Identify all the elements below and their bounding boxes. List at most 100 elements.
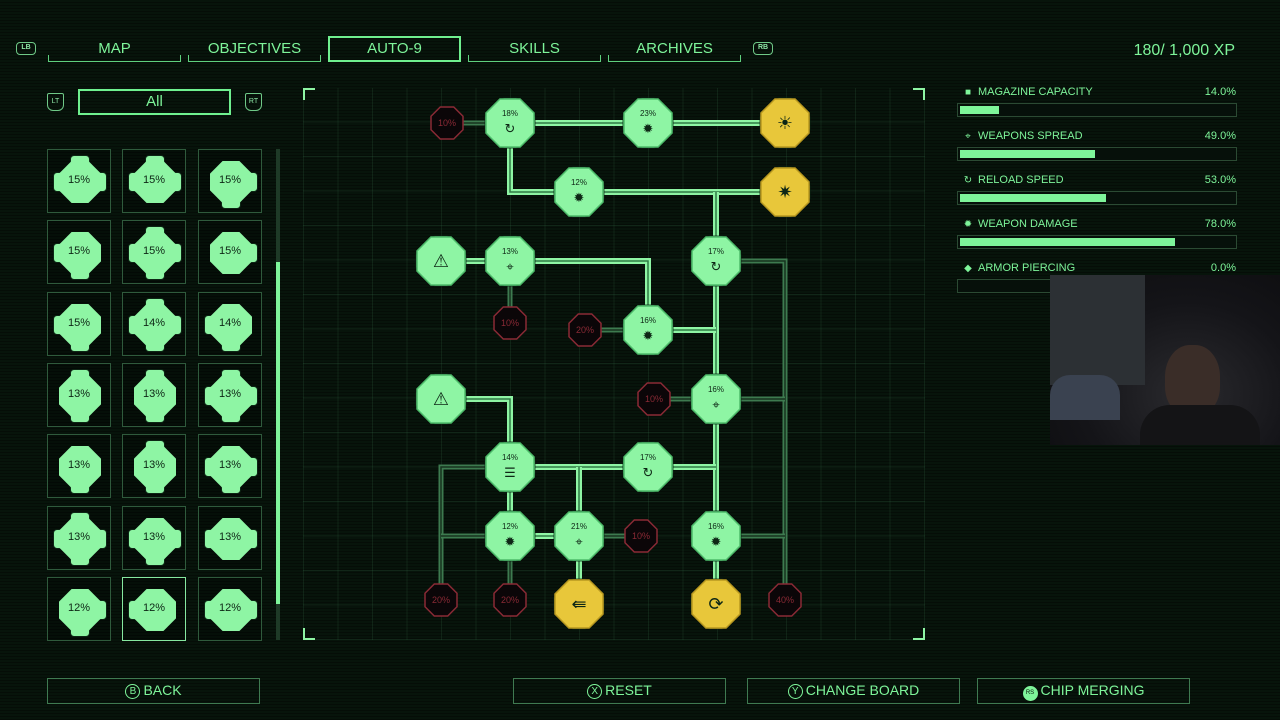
board-node-locked[interactable]: 40% [768,583,802,617]
change-board-button[interactable]: Y CHANGE BOARD [747,678,960,704]
reset-button[interactable]: X RESET [513,678,726,704]
chip-slot[interactable]: 13% [198,506,262,570]
board-connection [441,258,651,330]
crosshair-icon: ⌖ [506,260,514,275]
board-node-filled[interactable]: 18% ↻ [484,97,536,149]
chip-value: 13% [218,531,242,543]
damage-icon: ✹ [574,191,585,206]
board-node-special[interactable]: ⇚ [553,578,605,630]
chip-slot[interactable]: 12% [198,577,262,641]
left-trigger-icon[interactable]: LT [47,93,64,111]
back-button[interactable]: B BACK [47,678,260,704]
board-node-filled[interactable]: 16% ✹ [622,304,674,356]
stat-name: WEAPONS SPREAD [978,130,1083,142]
chip-slot[interactable]: 15% [198,149,262,213]
chip-slot[interactable]: 15% [198,220,262,284]
chip-slot[interactable]: 15% [47,149,111,213]
spread-shot-icon: ⇚ [571,594,586,615]
board-node-filled[interactable]: 14% ☰ [484,441,536,493]
board-node-power[interactable]: ⚠ [415,373,467,425]
chip-slot[interactable]: 13% [47,434,111,498]
board-node-filled[interactable]: 12% ✹ [553,166,605,218]
board-node-special[interactable]: ☀ [759,97,811,149]
node-value: 17% [640,453,656,462]
magazine-icon: ■ [964,87,972,98]
node-value: 10% [645,394,663,404]
tab-auto-9[interactable]: AUTO-9 [328,36,461,62]
board-node-special[interactable]: ⟳ [690,578,742,630]
stat-bar [957,147,1237,161]
node-value: 16% [640,316,656,325]
chip-slot[interactable]: 15% [122,220,186,284]
tab-skills[interactable]: SKILLS [468,36,601,62]
chip-slot[interactable]: 12% [47,577,111,641]
board-node-filled[interactable]: 21% ⌖ [553,510,605,562]
tab-archives[interactable]: ARCHIVES [608,36,741,62]
chip-slot[interactable]: 13% [47,506,111,570]
board-node-locked[interactable]: 10% [637,382,671,416]
stat-name: ARMOR PIERCING [978,262,1076,274]
chip-slot[interactable]: 12% [122,577,186,641]
board-node-filled[interactable]: 13% ⌖ [484,235,536,287]
node-value: 12% [502,522,518,531]
chip-slot[interactable]: 13% [122,434,186,498]
board-node-filled[interactable]: 16% ✹ [690,510,742,562]
board-node-locked[interactable]: 10% [493,306,527,340]
chip-scrollbar-thumb[interactable] [276,262,280,604]
chip-value: 12% [67,602,91,614]
board-node-filled[interactable]: 16% ⌖ [690,373,742,425]
webcam-chair [1050,375,1120,420]
chip-slot[interactable]: 15% [47,292,111,356]
left-bumper-icon[interactable]: LB [16,42,36,55]
damage-icon: ✹ [643,122,654,137]
right-bumper-icon[interactable]: RB [753,42,773,55]
chip-slot[interactable]: 13% [198,363,262,427]
board-node-locked[interactable]: 20% [424,583,458,617]
board-node-filled[interactable]: 17% ↻ [622,441,674,493]
chip-slot[interactable]: 13% [122,506,186,570]
right-trigger-icon[interactable]: RT [245,93,262,111]
chip-slot[interactable]: 13% [47,363,111,427]
chip-value: 13% [142,388,166,400]
board-node-filled[interactable]: 23% ✹ [622,97,674,149]
stat-value: 14.0% [1204,86,1236,98]
chip-value: 13% [67,531,91,543]
stat-bar [957,103,1237,117]
stat-bar-fill [960,150,1096,158]
chip-slot[interactable]: 14% [122,292,186,356]
stat-value: 53.0% [1204,174,1236,186]
chip-value: 12% [142,602,166,614]
board-node-filled[interactable]: 17% ↻ [690,235,742,287]
webcam-wall [1050,275,1145,385]
armor-icon: ◆ [964,263,972,274]
board-node-filled[interactable]: 12% ✹ [484,510,536,562]
crosshair-icon: ⌖ [712,398,720,413]
chip-slot[interactable]: 13% [122,363,186,427]
board-graph: 10% 18% ↻ 23% ✹ ☀ 12% ✹ ✷ ⚠ 13% ⌖ 17% ↻ 10% 20% 16% ✹ ⚠ 10%… [415,97,811,630]
chip-slot[interactable]: 15% [47,220,111,284]
tab-objectives[interactable]: OBJECTIVES [188,36,321,62]
chip-value: 15% [67,317,91,329]
tab-map[interactable]: MAP [48,36,181,62]
chip-slot[interactable]: 15% [122,149,186,213]
stat-value: 78.0% [1204,218,1236,230]
y-button-icon: Y [787,684,803,699]
stat-name: WEAPON DAMAGE [978,218,1078,230]
stat-label: ◆ ARMOR PIERCING [962,262,1075,274]
board-node-power[interactable]: ⚠ [415,235,467,287]
board-node-special[interactable]: ✷ [759,166,811,218]
board-node-locked[interactable]: 20% [568,313,602,347]
stat-bar [957,191,1237,205]
chip-slot[interactable]: 13% [198,434,262,498]
chip-slot[interactable]: 14% [198,292,262,356]
board-node-locked[interactable]: 20% [493,583,527,617]
stat-bar-fill [960,106,999,114]
chip-merging-button[interactable]: RS CHIP MERGING [977,678,1190,704]
auto-reload-icon: ⟳ [708,594,723,615]
board-node-locked[interactable]: 10% [430,106,464,140]
chip-value: 15% [218,174,242,186]
board-node-locked[interactable]: 10% [624,519,658,553]
chip-filter[interactable]: All [78,89,231,115]
magazine-icon: ☰ [504,466,516,481]
webcam-person-body [1140,405,1260,445]
